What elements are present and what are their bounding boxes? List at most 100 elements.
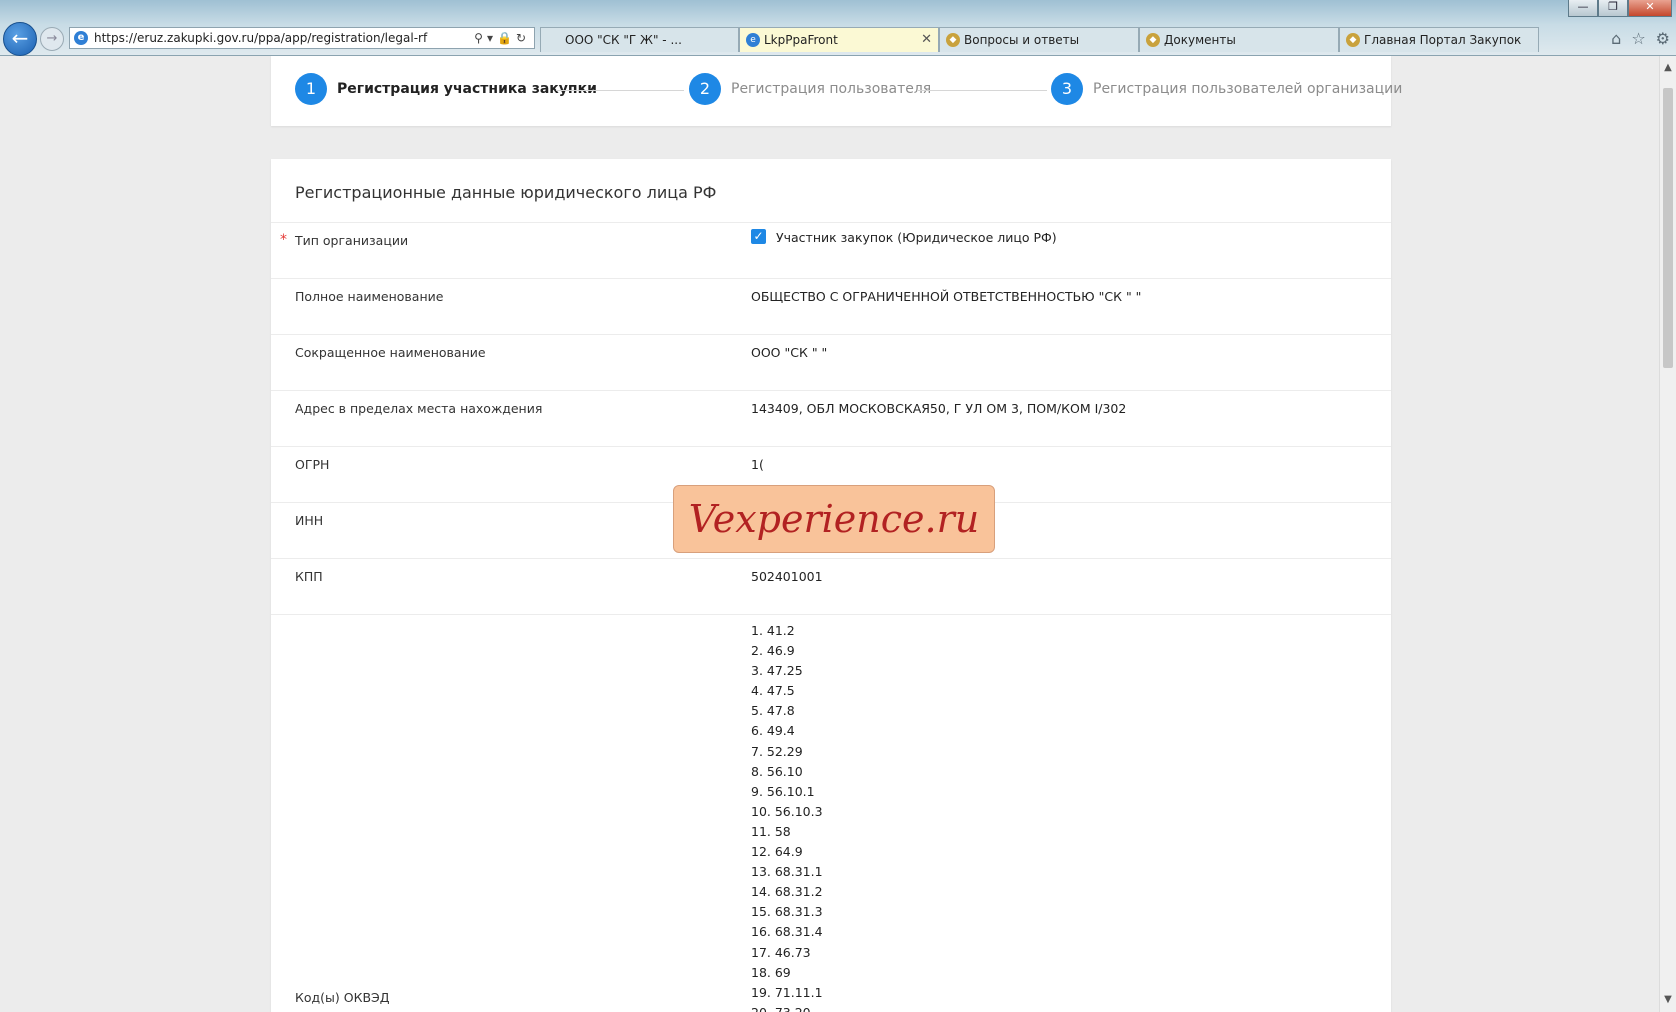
okved-list: 1. 41.2 2. 46.9 3. 47.25 4. 47.5 5. 47.8… [751,621,823,1012]
kpp-value: 502401001 [751,569,823,584]
star-icon[interactable]: ☆ [1631,29,1645,48]
arrow-left-icon: ← [11,26,29,50]
tab-title: Документы [1164,33,1236,47]
address-bar[interactable]: e https://eruz.zakupki.gov.ru/ppa/app/re… [69,27,535,49]
list-item: 9. 56.10.1 [751,783,815,799]
full-name-value: ОБЩЕСТВО С ОГРАНИЧЕННОЙ ОТВЕТСТВЕННОСТЬЮ… [751,289,1142,304]
org-type-label: Тип организации [295,233,409,248]
restore-button[interactable]: ❐ [1598,0,1628,17]
list-item: 12. 64.9 [751,844,803,860]
step-connector [917,90,1047,91]
lock-icon[interactable]: 🔒 [497,31,516,45]
list-item: 20. 73.20 [751,1003,823,1012]
address-url: https://eruz.zakupki.gov.ru/ppa/app/regi… [94,31,428,45]
list-item: 2. 46.9 [751,643,795,659]
step-1[interactable]: 1 Регистрация участника закупки [295,73,597,105]
list-item: 8. 56.10 [751,763,803,779]
search-icon[interactable]: ⚲ [474,31,487,45]
address-value: 143409, ОБЛ МОСКОВСКАЯ50, Г УЛ ОМ 3, ПОМ… [751,401,1127,416]
row-full-name: Полное наименование ОБЩЕСТВО С ОГРАНИЧЕН… [271,278,1391,335]
emblem-icon: ◆ [1146,33,1160,47]
row-short-name: Сокращенное наименование ООО "СК " " [271,334,1391,391]
row-org-type: * Тип организации ✓ Участник закупок (Юр… [271,222,1391,279]
address-actions: ⚲▾🔒↻ [474,28,530,48]
required-marker: * [280,232,287,248]
step-label: Регистрация участника закупки [337,81,597,97]
tab-title: ООО "СК "Г Ж" - ... [565,33,682,47]
full-name-label: Полное наименование [295,289,444,304]
list-item: 4. 47.5 [751,683,795,699]
registration-stepper: 1 Регистрация участника закупки 2 Регист… [271,56,1402,126]
row-kpp: КПП 502401001 [271,558,1391,615]
list-item: 19. 71.11.1 [751,984,823,1000]
forward-button[interactable]: → [40,27,64,51]
step-number: 3 [1051,73,1083,105]
step-connector [556,90,684,91]
vertical-scrollbar[interactable]: ▲ ▼ [1659,56,1676,1012]
row-okved: Код(ы) ОКВЭД 1. 41.2 2. 46.9 3. 47.25 4.… [271,614,1391,1012]
list-item: 18. 69 [751,964,791,980]
scroll-down-icon[interactable]: ▼ [1660,992,1676,1008]
ogrn-label: ОГРН [295,457,330,472]
step-3[interactable]: 3 Регистрация пользователей организации [1051,73,1402,105]
emblem-icon: ◆ [946,33,960,47]
step-number: 2 [689,73,721,105]
list-item: 14. 68.31.2 [751,884,823,900]
list-item: 5. 47.8 [751,703,795,719]
list-item: 17. 46.73 [751,944,811,960]
org-type-checkbox[interactable]: ✓ [751,229,766,244]
step-label: Регистрация пользователей организации [1093,81,1403,97]
scroll-up-icon[interactable]: ▲ [1660,60,1676,76]
list-item: 3. 47.25 [751,663,803,679]
tab-title: Главная Портал Закупок [1364,33,1522,47]
checkmark-icon: ✓ [753,229,764,243]
short-name-value: ООО "СК " " [751,345,828,360]
tab-strip: ООО "СК "Г Ж" - ... e LkpPpaFront ✕ ◆ Во… [540,27,1539,53]
arrow-right-icon: → [46,31,58,46]
close-window-button[interactable]: ✕ [1628,0,1672,17]
home-icon[interactable]: ⌂ [1611,29,1621,48]
step-number: 1 [295,73,327,105]
registration-form-card: Регистрационные данные юридического лица… [271,159,1391,1012]
browser-chrome: — ❐ ✕ ← → e https://eruz.zakupki.gov.ru/… [0,0,1676,56]
short-name-label: Сокращенное наименование [295,345,486,360]
org-type-option: Участник закупок (Юридическое лицо РФ) [776,230,1057,245]
list-item: 13. 68.31.1 [751,864,823,880]
browser-toolbar-icons: ⌂ ☆ ⚙ [1611,29,1670,48]
inn-label: ИНН [295,513,324,528]
refresh-icon[interactable]: ↻ [516,31,530,45]
chevron-down-icon[interactable]: ▾ [487,31,497,45]
ie-icon: e [74,31,88,45]
tab-main-portal[interactable]: ◆ Главная Портал Закупок [1339,27,1539,52]
list-item: 15. 68.31.3 [751,904,823,920]
form-title: Регистрационные данные юридического лица… [295,183,717,202]
tab-ooo-sk[interactable]: ООО "СК "Г Ж" - ... [540,27,739,52]
watermark-logo: Vexperience.ru [673,485,995,553]
step-label: Регистрация пользователя [731,81,932,97]
scroll-thumb[interactable] [1663,88,1673,368]
window-controls: — ❐ ✕ [1568,0,1672,17]
list-item: 7. 52.29 [751,743,803,759]
tab-lkpppafront[interactable]: e LkpPpaFront ✕ [739,27,939,52]
row-address: Адрес в пределах места нахождения 143409… [271,390,1391,447]
gear-icon[interactable]: ⚙ [1656,29,1670,48]
tab-title: LkpPpaFront [764,33,838,47]
minimize-button[interactable]: — [1568,0,1598,17]
step-2[interactable]: 2 Регистрация пользователя [689,73,931,105]
list-item: 10. 56.10.3 [751,803,823,819]
ie-icon: e [746,33,760,47]
ogrn-value: 1( [751,457,764,472]
close-tab-icon[interactable]: ✕ [921,28,932,52]
tab-documents[interactable]: ◆ Документы [1139,27,1339,52]
address-label: Адрес в пределах места нахождения [295,401,543,416]
list-item: 16. 68.31.4 [751,924,823,940]
kpp-label: КПП [295,569,323,584]
emblem-icon: ◆ [1346,33,1360,47]
list-item: 6. 49.4 [751,723,795,739]
tab-questions[interactable]: ◆ Вопросы и ответы [939,27,1139,52]
list-item: 11. 58 [751,823,791,839]
okved-label: Код(ы) ОКВЭД [295,990,390,1005]
back-button[interactable]: ← [3,22,37,56]
tab-title: Вопросы и ответы [964,33,1080,47]
list-item: 1. 41.2 [751,623,795,638]
